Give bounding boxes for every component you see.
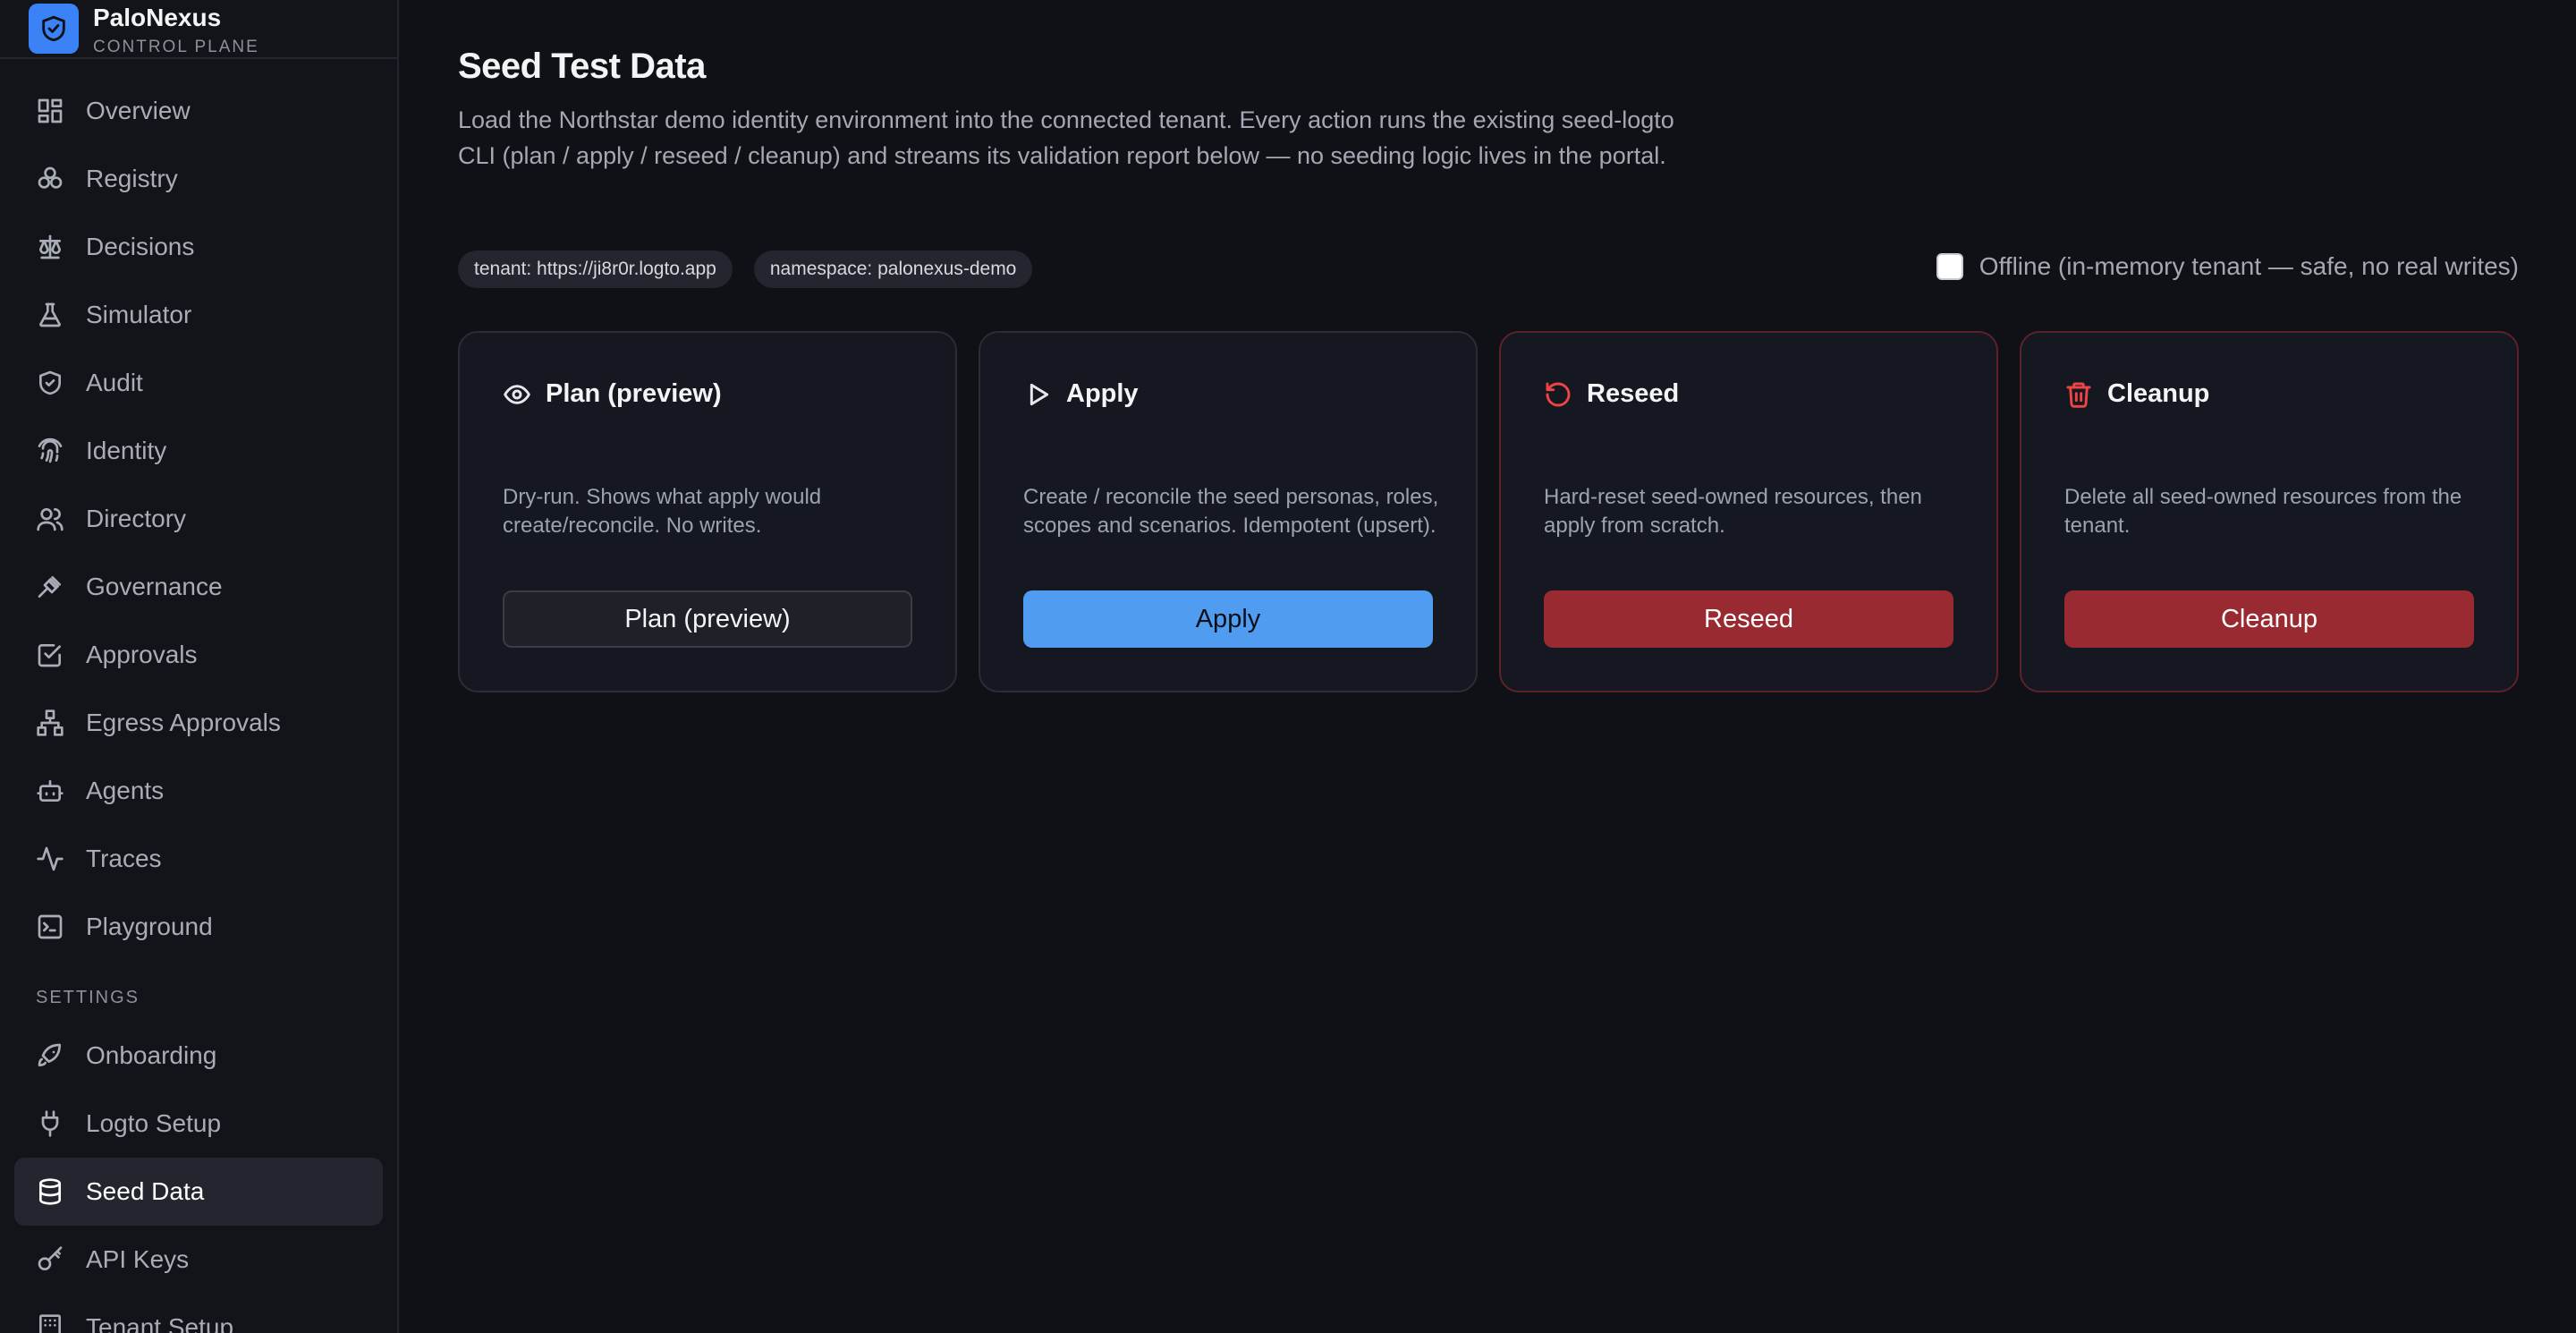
plug-icon (36, 1109, 64, 1138)
nav-item-audit[interactable]: Audit (14, 349, 383, 417)
nav-item-label: Simulator (86, 301, 192, 328)
card-title: Cleanup (2107, 379, 2210, 408)
main-content: Seed Test Data Load the Northstar demo i… (399, 0, 2576, 1333)
nav-item-identity[interactable]: Identity (14, 417, 383, 485)
offline-toggle[interactable]: Offline (in-memory tenant — safe, no rea… (1936, 252, 2519, 281)
brand-header[interactable]: PaloNexus CONTROL PLANE (0, 0, 397, 59)
check-square-icon (36, 641, 64, 669)
nav-item-label: Tenant Setup (86, 1313, 234, 1333)
page-title: Seed Test Data (458, 47, 706, 86)
bot-icon (36, 777, 64, 805)
nav-item-label: Agents (86, 777, 165, 804)
sidebar: PaloNexus CONTROL PLANE Overview Registr… (0, 0, 399, 1333)
nav-item-label: Egress Approvals (86, 709, 281, 736)
offline-label: Offline (in-memory tenant — safe, no rea… (1979, 252, 2519, 280)
flask-icon (36, 301, 64, 329)
nav-item-label: Identity (86, 437, 167, 464)
boxes-icon (36, 165, 64, 193)
nav-item-label: Playground (86, 913, 213, 940)
nav-item-simulator[interactable]: Simulator (14, 281, 383, 349)
nav-item-egress-approvals[interactable]: Egress Approvals (14, 689, 383, 757)
cleanup-card: Cleanup Delete all seed-owned resources … (2020, 331, 2519, 692)
activity-icon (36, 845, 64, 873)
shield-logo-icon (29, 4, 79, 54)
nav-item-agents[interactable]: Agents (14, 757, 383, 825)
nav-item-label: Decisions (86, 233, 195, 260)
nav-item-decisions[interactable]: Decisions (14, 213, 383, 281)
eye-icon (503, 380, 531, 409)
play-icon (1023, 380, 1052, 409)
tenant-chip: tenant: https://ji8r0r.logto.app (458, 250, 733, 288)
shield-check-icon (36, 369, 64, 397)
database-icon (36, 1177, 64, 1206)
apply-card: Apply Create / reconcile the seed person… (979, 331, 1478, 692)
nav-item-traces[interactable]: Traces (14, 825, 383, 893)
network-icon (36, 709, 64, 737)
action-cards: Plan (preview) Dry-run. Shows what apply… (458, 331, 2519, 692)
card-description: Dry-run. Shows what apply would create/r… (503, 485, 822, 538)
brand-subtitle: CONTROL PLANE (93, 38, 259, 56)
apply-button[interactable]: Apply (1023, 590, 1433, 648)
building-icon (36, 1313, 64, 1333)
nav-item-directory[interactable]: Directory (14, 485, 383, 553)
nav-item-logto-setup[interactable]: Logto Setup (14, 1090, 383, 1158)
nav-item-label: Registry (86, 165, 178, 192)
card-description: Create / reconcile the seed personas, ro… (1023, 485, 1439, 538)
reseed-card: Reseed Hard-reset seed-owned resources, … (1499, 331, 1998, 692)
card-description: Hard-reset seed-owned resources, then ap… (1544, 485, 1922, 538)
reseed-button[interactable]: Reseed (1544, 590, 1953, 648)
settings-section-label: SETTINGS (36, 988, 140, 1007)
context-chips: tenant: https://ji8r0r.logto.app namespa… (458, 250, 1033, 288)
nav-item-label: Traces (86, 845, 162, 872)
card-description: Delete all seed-owned resources from the… (2064, 485, 2462, 538)
fingerprint-icon (36, 437, 64, 465)
namespace-chip: namespace: palonexus-demo (753, 250, 1033, 288)
trash-icon (2064, 380, 2093, 409)
plan-card: Plan (preview) Dry-run. Shows what apply… (458, 331, 957, 692)
nav-item-label: Overview (86, 97, 191, 124)
plan-button[interactable]: Plan (preview) (503, 590, 912, 648)
nav-item-governance[interactable]: Governance (14, 553, 383, 621)
key-icon (36, 1245, 64, 1274)
offline-checkbox[interactable] (1936, 253, 1963, 280)
nav-item-onboarding[interactable]: Onboarding (14, 1022, 383, 1090)
card-title: Apply (1066, 379, 1139, 408)
nav-item-label: Onboarding (86, 1041, 217, 1069)
nav-item-label: Approvals (86, 641, 198, 668)
nav-item-tenant-setup[interactable]: Tenant Setup (14, 1294, 383, 1333)
nav-item-seed-data[interactable]: Seed Data (14, 1158, 383, 1226)
nav-item-approvals[interactable]: Approvals (14, 621, 383, 689)
main-nav: Overview Registry Decisions Simulator Au… (0, 77, 397, 961)
card-title: Plan (preview) (546, 379, 722, 408)
nav-item-label: Governance (86, 573, 223, 600)
nav-item-overview[interactable]: Overview (14, 77, 383, 145)
settings-nav: Onboarding Logto Setup Seed Data API Key… (0, 1022, 397, 1333)
nav-item-label: Logto Setup (86, 1109, 222, 1137)
nav-item-label: Directory (86, 505, 187, 532)
dashboard-icon (36, 97, 64, 125)
nav-item-label: Audit (86, 369, 143, 396)
app-root: PaloNexus CONTROL PLANE Overview Registr… (0, 0, 2576, 1333)
gavel-icon (36, 573, 64, 601)
brand-name: PaloNexus (93, 4, 222, 31)
rotate-ccw-icon (1544, 380, 1572, 409)
nav-item-registry[interactable]: Registry (14, 145, 383, 213)
nav-item-label: API Keys (86, 1245, 190, 1273)
terminal-icon (36, 913, 64, 941)
rocket-icon (36, 1041, 64, 1070)
nav-item-playground[interactable]: Playground (14, 893, 383, 961)
users-icon (36, 505, 64, 533)
nav-item-label: Seed Data (86, 1177, 205, 1205)
page-description: Load the Northstar demo identity environ… (458, 106, 1674, 169)
cleanup-button[interactable]: Cleanup (2064, 590, 2474, 648)
scale-icon (36, 233, 64, 261)
nav-item-api-keys[interactable]: API Keys (14, 1226, 383, 1294)
card-title: Reseed (1587, 379, 1680, 408)
